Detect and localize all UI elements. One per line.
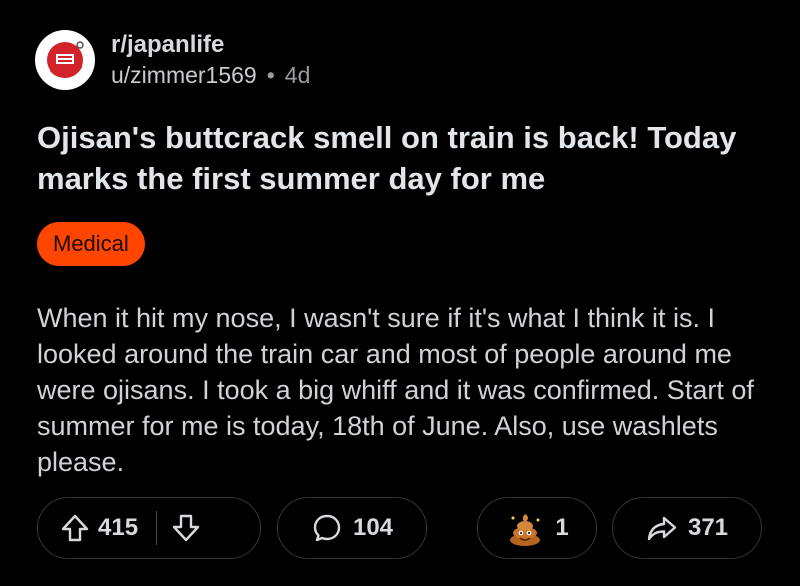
poop-award-icon bbox=[505, 508, 545, 548]
post-header: r/japanlife u/zimmer1569 • 4d bbox=[35, 26, 310, 94]
share-count: 371 bbox=[687, 514, 729, 541]
post-body: When it hit my nose, I wasn't sure if it… bbox=[37, 303, 754, 477]
post-title: Ojisan's buttcrack smell on train is bac… bbox=[37, 120, 737, 196]
subreddit-name[interactable]: r/japanlife bbox=[111, 30, 310, 60]
award-button[interactable]: 1 bbox=[477, 497, 597, 559]
post-age: 4d bbox=[284, 62, 311, 88]
vote-divider bbox=[156, 511, 158, 545]
upvote-count: 415 bbox=[98, 514, 139, 541]
downvote-arrow-icon[interactable] bbox=[171, 513, 201, 543]
award-count: 1 bbox=[555, 514, 569, 541]
share-button[interactable]: 371 bbox=[612, 497, 762, 559]
vote-bar: 415 bbox=[37, 497, 261, 559]
upvote-arrow-icon[interactable] bbox=[60, 513, 90, 543]
japanlife-logo-icon bbox=[47, 41, 84, 78]
subreddit-avatar[interactable] bbox=[35, 30, 95, 90]
share-arrow-icon bbox=[646, 512, 678, 544]
username[interactable]: u/zimmer1569 bbox=[111, 60, 257, 90]
separator-dot: • bbox=[266, 62, 275, 88]
post-flair[interactable]: Medical bbox=[37, 222, 145, 266]
speech-bubble-icon bbox=[311, 512, 343, 544]
comments-button[interactable]: 104 bbox=[277, 497, 427, 559]
comment-count: 104 bbox=[352, 514, 394, 541]
